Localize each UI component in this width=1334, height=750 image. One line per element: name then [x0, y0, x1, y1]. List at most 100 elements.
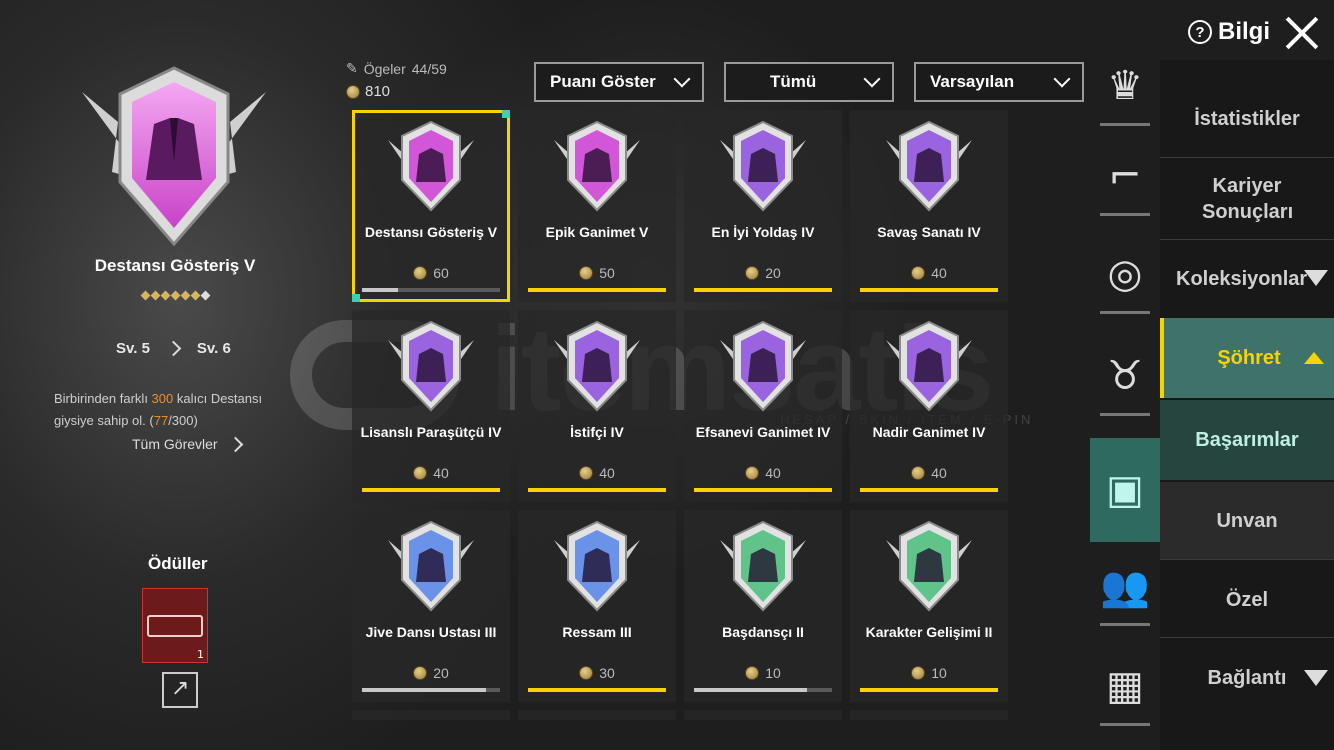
achievement-card-partial[interactable]: [518, 710, 676, 720]
menu-label: Bağlantı: [1207, 667, 1287, 689]
achievement-card[interactable]: Başdansçı II 10: [684, 510, 842, 702]
achievement-card[interactable]: İstifçi IV 40: [518, 310, 676, 502]
points-value: 40: [765, 465, 781, 481]
achievement-name: Nadir Ganimet IV: [872, 424, 986, 440]
coin-icon: [579, 666, 594, 680]
achievement-points: 20: [352, 665, 510, 681]
menu-connection[interactable]: Bağlantı: [1160, 640, 1334, 716]
dropdown-label: Tümü: [770, 72, 817, 91]
show-points-dropdown[interactable]: Puanı Göster: [534, 62, 704, 102]
achievement-name: Başdansçı II: [722, 624, 804, 640]
star-icon: [140, 290, 150, 301]
menu-title[interactable]: Unvan: [1160, 482, 1334, 560]
items-label: Ögeler: [363, 60, 406, 77]
category-tab[interactable]: ♉: [1090, 330, 1160, 422]
achievement-card[interactable]: Karakter Gelişimi II 10: [850, 510, 1008, 702]
progress-bar: [860, 688, 998, 692]
star-icon: [180, 290, 190, 301]
rewards-title: Ödüller: [148, 554, 208, 573]
achievement-card[interactable]: Epik Ganimet V 50: [518, 110, 676, 302]
achievement-name: Ressam III: [562, 624, 632, 640]
open-external-button[interactable]: [162, 672, 198, 708]
chevron-down-icon: [863, 70, 881, 88]
caret-up-icon: [1304, 352, 1324, 364]
menu-label: Koleksiyonlar: [1176, 268, 1308, 290]
corner-mark: [352, 294, 360, 302]
coin-icon: [745, 266, 760, 280]
chevron-right-icon: [165, 340, 182, 357]
progress-bar: [694, 288, 832, 292]
points-value: 20: [433, 665, 449, 681]
category-tab[interactable]: ▦: [1090, 640, 1160, 732]
dropdown-label: Puanı Göster: [550, 72, 656, 91]
menu-label: Başarımlar: [1195, 429, 1299, 451]
coin-icon: [413, 666, 428, 680]
chevron-down-icon: [673, 70, 691, 88]
character-icon: [886, 520, 972, 612]
reward-tag-icon: [147, 615, 203, 637]
achievement-card-partial[interactable]: [684, 710, 842, 720]
category-tab[interactable]: ▣: [1090, 438, 1160, 542]
reward-item[interactable]: 1: [142, 588, 208, 663]
caret-down-icon: [1304, 670, 1328, 686]
caret-down-icon: [1304, 270, 1328, 286]
achievement-points: 50: [518, 265, 676, 281]
filter-all-dropdown[interactable]: Tümü: [724, 62, 894, 102]
selected-achievement-badge: [82, 66, 266, 247]
corner-mark: [502, 110, 510, 118]
achievement-card[interactable]: Efsanevi Ganimet IV 40: [684, 310, 842, 502]
level-current: Sv. 5: [116, 340, 150, 357]
menu-achievements[interactable]: Başarımlar: [1160, 400, 1334, 480]
category-tab[interactable]: ⌐: [1090, 130, 1160, 222]
menu-special[interactable]: Özel: [1160, 562, 1334, 638]
menu-collections[interactable]: Koleksiyonlar: [1160, 240, 1334, 318]
sort-dropdown[interactable]: Varsayılan: [914, 62, 1084, 102]
progress-fill: [860, 688, 998, 692]
achievement-card[interactable]: Lisanslı Paraşütçü IV 40: [352, 310, 510, 502]
achievement-card[interactable]: Destansı Gösteriş V 60: [352, 110, 510, 302]
close-button[interactable]: [1284, 14, 1320, 50]
achievement-card[interactable]: Savaş Sanatı IV 40: [850, 110, 1008, 302]
progress-bar: [694, 488, 832, 492]
menu-label: Kariyer Sonuçları: [1202, 175, 1294, 223]
achievement-card-partial[interactable]: [850, 710, 1008, 720]
achievement-name: İstifçi IV: [570, 424, 624, 440]
achievement-card-partial[interactable]: [352, 710, 510, 720]
achievement-points: 10: [850, 665, 1008, 681]
points-value: 40: [931, 465, 947, 481]
star-icon: [190, 290, 200, 301]
menu-fame[interactable]: Şöhret: [1160, 318, 1334, 398]
achievement-points: 20: [684, 265, 842, 281]
desc-highlight: 300: [151, 391, 174, 406]
menu-career-results[interactable]: Kariyer Sonuçları: [1160, 158, 1334, 240]
coin-icon: [413, 266, 428, 280]
progress-bar: [528, 488, 666, 492]
category-tab[interactable]: 👥: [1090, 540, 1160, 632]
level-next: Sv. 6: [196, 340, 231, 357]
menu-label: Unvan: [1216, 510, 1278, 532]
achievement-card[interactable]: Jive Dansı Ustası III 20: [352, 510, 510, 702]
category-tab[interactable]: ♛: [1090, 40, 1160, 132]
category-tab[interactable]: ◎: [1090, 228, 1160, 320]
all-tasks-link[interactable]: Tüm Görevler: [132, 436, 243, 452]
achievement-points: 40: [352, 465, 510, 481]
achievement-points: 60: [355, 265, 507, 281]
box-icon: ▣: [1106, 467, 1144, 513]
achievement-name: Destansı Gösteriş V: [364, 224, 498, 240]
info-button[interactable]: ? Bilgi: [1188, 18, 1270, 46]
desc-prefix: Birbirinden farklı: [54, 391, 152, 406]
items-count: ✎ Ögeler 44/59: [346, 60, 447, 77]
menu-statistics[interactable]: İstatistikler: [1160, 80, 1334, 158]
all-tasks-label: Tüm Görevler: [132, 436, 218, 452]
points-value: 40: [433, 465, 449, 481]
jacket-icon: [388, 120, 474, 212]
achievement-card[interactable]: Ressam III 30: [518, 510, 676, 702]
points-value: 10: [931, 665, 947, 681]
achievement-card[interactable]: Nadir Ganimet IV 40: [850, 310, 1008, 502]
question-icon: ?: [1188, 20, 1212, 44]
progress-fill: [362, 288, 398, 292]
achievement-card[interactable]: En İyi Yoldaş IV 20: [684, 110, 842, 302]
coin-icon: [579, 466, 594, 480]
coin-icon: [745, 666, 760, 680]
coin-icon: [911, 266, 926, 280]
